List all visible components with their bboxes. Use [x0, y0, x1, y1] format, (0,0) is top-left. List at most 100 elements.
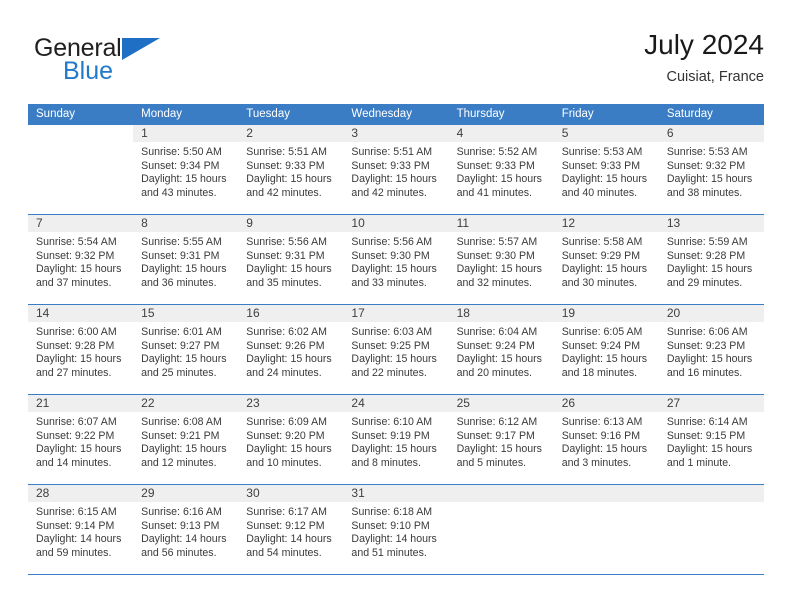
day-detail-lines: Sunrise: 5:50 AM Sunset: 9:34 PM Daylight:…	[133, 142, 238, 200]
day-number: 21	[28, 395, 134, 412]
sunset-text: Sunset: 9:31 PM	[141, 249, 220, 262]
daylight-text: and 42 minutes.	[246, 186, 322, 199]
daylight-text: and 22 minutes.	[351, 366, 427, 379]
day-cell-28[interactable]: 28 Sunrise: 6:15 AM Sunset: 9:14 PM Dayligh…	[28, 485, 134, 574]
day-cell-15[interactable]: 15 Sunrise: 6:01 AM Sunset: 9:27 PM Dayligh…	[133, 305, 239, 394]
sunset-text: Sunset: 9:10 PM	[351, 519, 430, 532]
day-cell-21[interactable]: 21 Sunrise: 6:07 AM Sunset: 9:22 PM Dayligh…	[28, 395, 134, 484]
day-number: 4	[448, 125, 554, 142]
day-detail-lines: Sunrise: 6:06 AM Sunset: 9:23 PM Daylight:…	[659, 322, 764, 380]
day-cell-29[interactable]: 29 Sunrise: 6:16 AM Sunset: 9:13 PM Dayligh…	[133, 485, 239, 574]
day-cell-3[interactable]: 3 Sunrise: 5:51 AM Sunset: 9:33 PM Daylight…	[343, 125, 449, 214]
day-cell-30[interactable]: 30 Sunrise: 6:17 AM Sunset: 9:12 PM Dayligh…	[238, 485, 344, 574]
daylight-text: Daylight: 15 hours	[246, 173, 332, 186]
day-cell-25[interactable]: 25 Sunrise: 6:12 AM Sunset: 9:17 PM Dayligh…	[448, 395, 554, 484]
calendar-week-row: 1 Sunrise: 5:50 AM Sunset: 9:34 PM Daylight…	[28, 125, 764, 215]
day-number: 22	[133, 395, 239, 412]
day-detail-lines: Sunrise: 6:08 AM Sunset: 9:21 PM Daylight:…	[133, 412, 238, 470]
sunset-text: Sunset: 9:32 PM	[36, 249, 115, 262]
sunrise-text: Sunrise: 6:07 AM	[36, 416, 117, 428]
day-cell-2[interactable]: 2 Sunrise: 5:51 AM Sunset: 9:33 PM Daylight…	[238, 125, 344, 214]
sunrise-text: Sunrise: 6:01 AM	[141, 326, 222, 338]
day-number: 3	[343, 125, 449, 142]
daylight-text: Daylight: 15 hours	[246, 353, 332, 366]
day-cell-17[interactable]: 17 Sunrise: 6:03 AM Sunset: 9:25 PM Dayligh…	[343, 305, 449, 394]
daylight-text: and 30 minutes.	[561, 276, 638, 289]
day-cell-4[interactable]: 4 Sunrise: 5:52 AM Sunset: 9:33 PM Daylight…	[448, 125, 554, 214]
daylight-text: Daylight: 14 hours	[141, 533, 227, 546]
daylight-text: and 54 minutes.	[246, 546, 322, 559]
day-cell-27[interactable]: 27 Sunrise: 6:14 AM Sunset: 9:15 PM Dayligh…	[658, 395, 764, 484]
day-cell-23[interactable]: 23 Sunrise: 6:09 AM Sunset: 9:20 PM Dayligh…	[238, 395, 344, 484]
day-number: 12	[553, 215, 659, 232]
sunrise-text: Sunrise: 6:04 AM	[456, 326, 538, 338]
sunrise-text: Sunrise: 6:16 AM	[141, 506, 222, 518]
day-cell-18[interactable]: 18 Sunrise: 6:04 AM Sunset: 9:24 PM Dayligh…	[448, 305, 554, 394]
daylight-text: Daylight: 15 hours	[246, 263, 332, 276]
day-detail-lines: Sunrise: 6:16 AM Sunset: 9:13 PM Daylight:…	[133, 502, 238, 560]
day-number: 15	[133, 305, 239, 322]
sunset-text: Sunset: 9:12 PM	[246, 519, 325, 532]
day-cell-13[interactable]: 13 Sunrise: 5:59 AM Sunset: 9:28 PM Dayligh…	[658, 215, 764, 304]
day-number: 8	[133, 215, 239, 232]
day-cell-14[interactable]: 14 Sunrise: 6:00 AM Sunset: 9:28 PM Dayligh…	[28, 305, 134, 394]
general-blue-logo[interactable]: General Blue	[34, 34, 234, 92]
day-cell-9[interactable]: 9 Sunrise: 5:56 AM Sunset: 9:31 PM Daylight…	[238, 215, 344, 304]
day-cell-19[interactable]: 19 Sunrise: 6:05 AM Sunset: 9:24 PM Dayligh…	[553, 305, 659, 394]
sunset-text: Sunset: 9:32 PM	[666, 159, 746, 172]
day-number: 5	[553, 125, 659, 142]
day-cell-16[interactable]: 16 Sunrise: 6:02 AM Sunset: 9:26 PM Dayligh…	[238, 305, 344, 394]
day-detail-lines: Sunrise: 6:12 AM Sunset: 9:17 PM Daylight:…	[449, 412, 554, 470]
sunset-text: Sunset: 9:15 PM	[666, 429, 746, 442]
day-cell-10[interactable]: 10 Sunrise: 5:56 AM Sunset: 9:30 PM Dayligh…	[343, 215, 449, 304]
day-cell-31[interactable]: 31 Sunrise: 6:18 AM Sunset: 9:10 PM Dayligh…	[343, 485, 449, 574]
daylight-text: Daylight: 14 hours	[246, 533, 332, 546]
daylight-text: Daylight: 15 hours	[351, 263, 437, 276]
sunrise-text: Sunrise: 5:59 AM	[666, 236, 748, 248]
day-number	[553, 485, 659, 502]
sunrise-text: Sunrise: 6:15 AM	[36, 506, 117, 518]
sunrise-text: Sunrise: 6:05 AM	[561, 326, 643, 338]
day-cell-8[interactable]: 8 Sunrise: 5:55 AM Sunset: 9:31 PM Daylight…	[133, 215, 239, 304]
logo-text-blue: Blue	[63, 57, 114, 85]
sunrise-text: Sunrise: 5:57 AM	[456, 236, 538, 248]
day-detail-lines: Sunrise: 6:05 AM Sunset: 9:24 PM Daylight:…	[554, 322, 659, 380]
day-number: 9	[238, 215, 344, 232]
sunrise-text: Sunrise: 6:12 AM	[456, 416, 538, 428]
day-number: 25	[448, 395, 554, 412]
daylight-text: and 59 minutes.	[36, 546, 112, 559]
sunset-text: Sunset: 9:16 PM	[561, 429, 641, 442]
daylight-text: Daylight: 14 hours	[36, 533, 122, 546]
day-number: 16	[238, 305, 344, 322]
day-cell-24[interactable]: 24 Sunrise: 6:10 AM Sunset: 9:19 PM Dayligh…	[343, 395, 449, 484]
day-cell-6[interactable]: 6 Sunrise: 5:53 AM Sunset: 9:32 PM Daylight…	[658, 125, 764, 214]
day-number: 31	[343, 485, 449, 502]
daylight-text: and 40 minutes.	[561, 186, 638, 199]
day-cell-22[interactable]: 22 Sunrise: 6:08 AM Sunset: 9:21 PM Dayligh…	[133, 395, 239, 484]
day-cell-empty	[658, 485, 764, 574]
sunrise-text: Sunrise: 5:50 AM	[141, 146, 222, 158]
day-number: 23	[238, 395, 344, 412]
daylight-text: and 51 minutes.	[351, 546, 427, 559]
day-cell-11[interactable]: 11 Sunrise: 5:57 AM Sunset: 9:30 PM Dayligh…	[448, 215, 554, 304]
daylight-text: Daylight: 15 hours	[666, 173, 753, 186]
day-cell-1[interactable]: 1 Sunrise: 5:50 AM Sunset: 9:34 PM Daylight…	[133, 125, 239, 214]
sunrise-text: Sunrise: 5:55 AM	[141, 236, 222, 248]
sunset-text: Sunset: 9:20 PM	[246, 429, 325, 442]
daylight-text: and 43 minutes.	[141, 186, 217, 199]
day-cell-26[interactable]: 26 Sunrise: 6:13 AM Sunset: 9:16 PM Dayligh…	[553, 395, 659, 484]
sunrise-text: Sunrise: 6:02 AM	[246, 326, 327, 338]
day-cell-7[interactable]: 7 Sunrise: 5:54 AM Sunset: 9:32 PM Daylight…	[28, 215, 134, 304]
day-detail-lines: Sunrise: 6:17 AM Sunset: 9:12 PM Daylight:…	[238, 502, 343, 560]
day-detail-lines: Sunrise: 6:00 AM Sunset: 9:28 PM Daylight:…	[28, 322, 133, 380]
daylight-text: and 16 minutes.	[666, 366, 743, 379]
day-cell-20[interactable]: 20 Sunrise: 6:06 AM Sunset: 9:23 PM Dayligh…	[658, 305, 764, 394]
sunrise-text: Sunrise: 5:56 AM	[246, 236, 327, 248]
calendar-week-row: 28 Sunrise: 6:15 AM Sunset: 9:14 PM Dayligh…	[28, 485, 764, 575]
day-cell-12[interactable]: 12 Sunrise: 5:58 AM Sunset: 9:29 PM Dayligh…	[553, 215, 659, 304]
day-detail-lines	[554, 502, 659, 506]
day-cell-5[interactable]: 5 Sunrise: 5:53 AM Sunset: 9:33 PM Daylight…	[553, 125, 659, 214]
sunrise-text: Sunrise: 6:00 AM	[36, 326, 117, 338]
day-number: 28	[28, 485, 134, 502]
daylight-text: Daylight: 15 hours	[456, 353, 542, 366]
